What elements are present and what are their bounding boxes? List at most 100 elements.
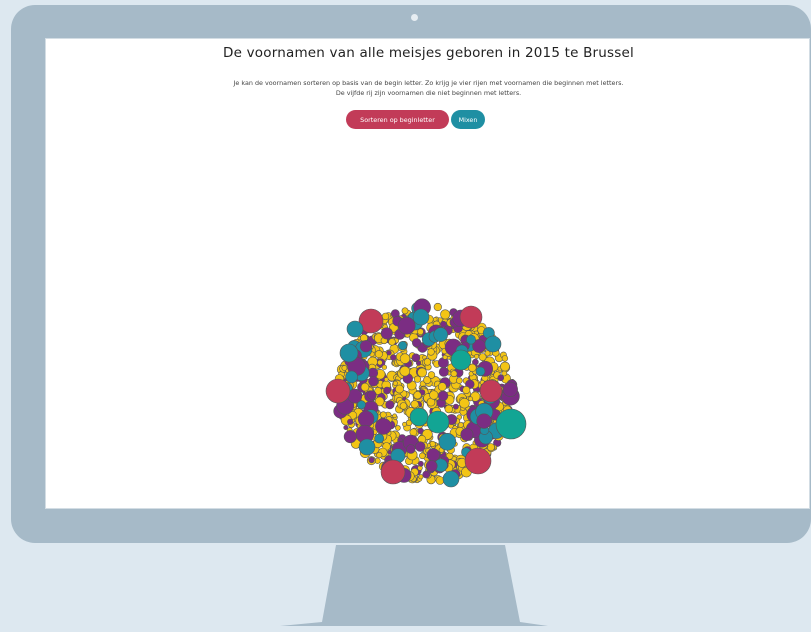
name-bubble (444, 404, 454, 414)
name-bubble (392, 413, 397, 419)
name-bubble (423, 358, 432, 366)
name-bubble (346, 320, 364, 338)
name-bubble (368, 376, 379, 387)
mix-button[interactable]: Mixen (451, 110, 485, 129)
name-bubble (397, 316, 416, 335)
name-bubble (476, 413, 492, 429)
name-bubble (417, 367, 427, 378)
name-bubble (374, 433, 385, 444)
name-bubble (385, 400, 395, 410)
name-bubble-cluster (325, 298, 527, 488)
name-bubble (347, 418, 354, 425)
name-bubble (375, 418, 392, 435)
name-bubble (384, 377, 389, 382)
name-bubble (358, 438, 376, 456)
name-bubble (418, 474, 424, 480)
name-bubble (392, 380, 398, 386)
name-bubble (360, 382, 370, 392)
name-bubble (478, 353, 487, 361)
name-bubble (409, 407, 429, 427)
browser-screen: De voornamen van alle meisjes geboren in… (45, 38, 810, 509)
name-bubble (440, 309, 451, 320)
name-bubble (381, 312, 390, 321)
name-bubble (502, 381, 518, 397)
name-bubble (427, 348, 435, 356)
name-bubble (399, 402, 408, 410)
name-bubble (484, 335, 502, 353)
webcam-dot (411, 14, 418, 21)
name-bubble (379, 411, 387, 419)
name-bubble (418, 460, 424, 467)
name-bubble (345, 370, 358, 384)
name-bubble (325, 378, 351, 404)
desktop-background: De voornamen van alle meisjes geboren in… (0, 0, 811, 632)
name-bubble (343, 425, 349, 430)
name-bubble (395, 384, 404, 394)
name-bubble (406, 444, 416, 454)
name-bubble (438, 433, 457, 451)
name-bubble (452, 403, 459, 410)
name-bubble (367, 390, 377, 400)
name-bubble (433, 327, 448, 342)
name-bubble (462, 386, 471, 395)
name-bubble (438, 367, 449, 377)
name-bubble (398, 340, 408, 351)
name-bubble (343, 430, 357, 444)
name-bubble (429, 390, 439, 400)
description-line-1: Je kan de voornamen sorteren op basis va… (233, 79, 624, 87)
sort-by-first-letter-button[interactable]: Sorteren op beginletter (346, 110, 449, 129)
name-bubble (497, 374, 505, 382)
name-bubble (426, 410, 450, 434)
name-bubble (500, 361, 510, 372)
name-bubble (386, 350, 392, 356)
name-bubble (381, 364, 388, 370)
name-bubble (410, 400, 419, 409)
name-bubble (438, 357, 449, 369)
name-bubble (425, 460, 438, 472)
name-bubble (339, 343, 359, 363)
name-bubble (341, 365, 348, 371)
name-bubble (401, 307, 409, 315)
name-bubble (399, 365, 411, 377)
name-bubble (427, 371, 436, 379)
name-bubble (380, 327, 393, 340)
name-bubble (433, 302, 442, 312)
name-bubble (417, 328, 424, 336)
name-bubble (411, 338, 422, 348)
name-bubble (468, 396, 473, 402)
name-bubble (399, 353, 411, 364)
name-bubble (460, 428, 474, 442)
name-bubble (383, 386, 391, 395)
name-bubble (402, 421, 407, 427)
name-bubble (486, 443, 495, 452)
name-bubble (450, 370, 458, 378)
name-bubble (495, 408, 527, 440)
name-bubble (357, 410, 375, 428)
name-bubble (411, 353, 421, 363)
name-bubble (413, 375, 422, 383)
name-bubble (413, 391, 422, 400)
name-bubble (388, 338, 396, 346)
name-bubble (474, 354, 480, 360)
name-bubble (459, 397, 470, 409)
name-bubble (459, 305, 483, 329)
name-bubble (457, 422, 464, 428)
name-bubble (435, 476, 445, 485)
name-bubble (442, 470, 460, 488)
name-bubble (475, 366, 486, 377)
name-bubble (466, 334, 476, 345)
name-bubble (368, 456, 375, 464)
name-bubble (376, 452, 383, 459)
name-bubble (501, 355, 509, 362)
name-bubble (419, 452, 426, 460)
name-bubble (390, 354, 397, 361)
name-bubble (395, 425, 401, 431)
name-bubble (412, 308, 430, 326)
name-bubble (450, 349, 472, 371)
name-bubble (437, 390, 449, 402)
description-line-2: De vijfde rij zijn voornamen die niet be… (335, 89, 522, 97)
name-bubble (464, 447, 492, 475)
name-bubble (415, 441, 426, 452)
name-bubble (456, 377, 463, 384)
name-bubble (437, 382, 447, 392)
